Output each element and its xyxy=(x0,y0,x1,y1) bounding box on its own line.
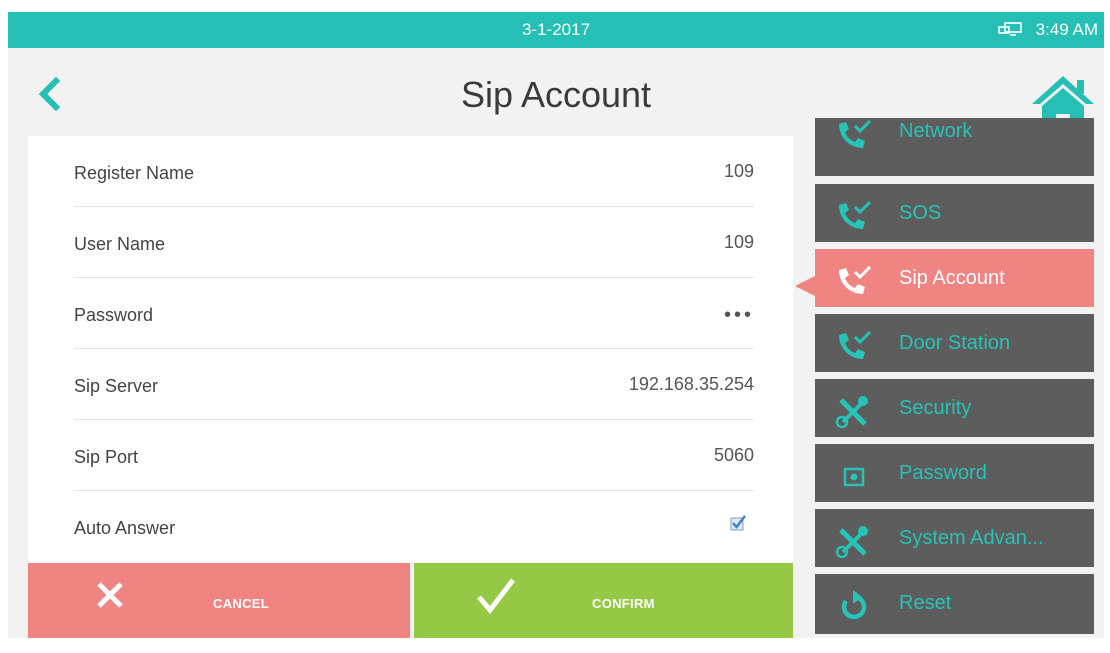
menu-item-sip-account[interactable]: Sip Account xyxy=(815,249,1094,307)
user-name-value: 109 xyxy=(723,232,754,252)
checkmark-icon xyxy=(477,578,515,614)
password-value: ••• xyxy=(723,304,754,326)
network-icon xyxy=(997,22,1022,38)
password-label: Password xyxy=(74,305,154,325)
auto-answer-checkbox[interactable] xyxy=(730,515,746,531)
register-name-row[interactable]: Register Name 109 xyxy=(74,136,754,207)
menu-item-password[interactable]: Password xyxy=(815,444,1094,502)
active-pointer xyxy=(795,276,815,296)
menu-label-door-station: Door Station xyxy=(899,332,1011,354)
cancel-button[interactable]: CANCEL xyxy=(28,563,410,638)
phone-check-icon xyxy=(839,119,872,148)
menu-item-network[interactable]: Network xyxy=(815,118,1094,176)
status-bar: 3-1-2017 3:49 AM xyxy=(8,12,1104,48)
menu-label-system-advanced: System Advan... xyxy=(899,527,1044,549)
checkbox-checked-icon xyxy=(730,515,746,531)
tools-icon xyxy=(835,526,868,558)
user-name-label: User Name xyxy=(74,234,166,254)
status-date: 3-1-2017 xyxy=(521,20,591,39)
sip-server-label: Sip Server xyxy=(74,376,159,396)
cancel-label: CANCEL xyxy=(213,596,269,611)
sip-port-row[interactable]: Sip Port 5060 xyxy=(74,420,754,491)
tools-icon xyxy=(835,396,868,428)
menu-item-reset[interactable]: Reset xyxy=(815,574,1094,634)
close-icon xyxy=(97,582,123,608)
sip-server-value: 192.168.35.254 xyxy=(628,374,754,394)
phone-check-icon xyxy=(839,200,872,229)
confirm-label: CONFIRM xyxy=(592,596,655,611)
page-title: Sip Account xyxy=(460,74,652,115)
menu-label-network: Network xyxy=(899,120,973,142)
status-time: 3:49 AM xyxy=(1035,20,1098,39)
menu-label-sip-account: Sip Account xyxy=(899,267,1005,289)
menu-item-system-advanced[interactable]: System Advan... xyxy=(815,509,1094,567)
auto-answer-label: Auto Answer xyxy=(74,518,176,538)
menu-item-sos[interactable]: SOS xyxy=(815,184,1094,242)
menu-label-sos: SOS xyxy=(899,202,942,224)
auto-answer-row[interactable]: Auto Answer xyxy=(74,491,754,562)
password-row[interactable]: Password ••• xyxy=(74,278,754,349)
menu-label-reset: Reset xyxy=(899,592,952,614)
password-box-icon xyxy=(843,467,865,487)
register-name-value: 109 xyxy=(723,161,754,181)
register-name-label: Register Name xyxy=(74,163,195,183)
reset-icon xyxy=(841,590,867,620)
phone-check-icon xyxy=(839,265,872,294)
sip-server-row[interactable]: Sip Server 192.168.35.254 xyxy=(74,349,754,420)
sip-port-value: 5060 xyxy=(713,445,754,465)
menu-item-security[interactable]: Security xyxy=(815,379,1094,437)
menu-label-password: Password xyxy=(899,462,987,484)
confirm-button[interactable]: CONFIRM xyxy=(414,563,793,638)
screen: 3-1-2017 3:49 AM Sip Account Register Na… xyxy=(8,12,1104,638)
sip-port-label: Sip Port xyxy=(74,447,139,467)
menu-label-security: Security xyxy=(899,397,972,419)
phone-check-icon xyxy=(839,330,872,359)
user-name-row[interactable]: User Name 109 xyxy=(74,207,754,278)
menu-item-door-station[interactable]: Door Station xyxy=(815,314,1094,372)
settings-panel: Register Name 109 User Name 109 Password… xyxy=(28,136,793,563)
